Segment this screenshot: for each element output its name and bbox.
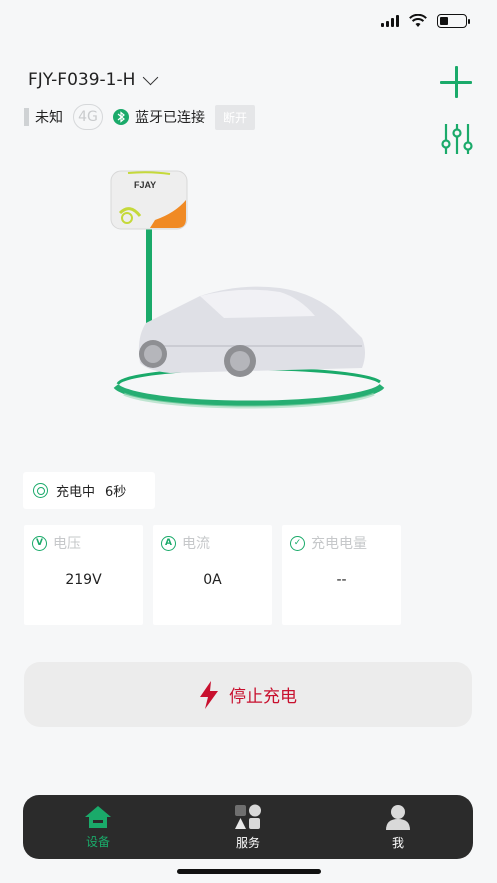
- stop-charging-button[interactable]: 停止充电: [24, 662, 472, 727]
- device-name: FJY-F039-1-H: [28, 70, 136, 90]
- current-icon: A: [161, 535, 176, 551]
- current-card: A 电流 0A: [153, 525, 272, 625]
- user-icon: [386, 804, 410, 830]
- charging-status-label: 充电中: [56, 485, 96, 500]
- bottom-tab-bar: 设备 服务 我: [23, 795, 473, 859]
- tab-label: 设备: [85, 834, 110, 849]
- cellular-signal-icon: [381, 15, 399, 27]
- chevron-down-icon: [143, 69, 159, 85]
- voltage-card: V 电压 219V: [24, 525, 143, 625]
- charging-illustration: FJAY: [100, 168, 400, 420]
- metric-value: 0A: [203, 572, 222, 588]
- bluetooth-icon: [113, 109, 129, 125]
- lightning-icon: [200, 680, 218, 709]
- stop-charging-label: 停止充电: [229, 687, 297, 707]
- metric-label: 电流: [182, 536, 210, 552]
- voltage-icon: V: [32, 535, 47, 551]
- tab-label: 我: [391, 835, 404, 850]
- tab-service[interactable]: 服务: [173, 795, 323, 859]
- home-icon: [85, 805, 111, 828]
- battery-icon: [437, 14, 470, 28]
- charging-duration: 6秒: [105, 485, 127, 500]
- tab-me[interactable]: 我: [323, 795, 473, 859]
- metric-label: 电压: [53, 536, 81, 552]
- device-selector[interactable]: FJY-F039-1-H: [28, 69, 159, 90]
- car-image: [138, 286, 365, 377]
- 4g-badge: 4G: [73, 104, 103, 130]
- metric-value: --: [336, 572, 347, 588]
- network-status-label: 未知: [35, 110, 63, 126]
- tab-label: 服务: [235, 835, 260, 850]
- network-indicator: [24, 108, 29, 126]
- connection-status-row: 未知 4G 蓝牙已连接 断开: [24, 104, 256, 130]
- charger-brand: FJAY: [134, 180, 156, 190]
- charging-ring-icon: [33, 483, 48, 498]
- add-device-button[interactable]: [440, 66, 472, 98]
- settings-sliders-icon[interactable]: [441, 122, 473, 156]
- home-indicator: [177, 869, 321, 874]
- bluetooth-status-label: 蓝牙已连接: [135, 110, 205, 126]
- gauge-icon: ✓: [290, 535, 305, 551]
- wifi-icon: [409, 14, 427, 27]
- disconnect-button[interactable]: 断开: [215, 104, 256, 130]
- shapes-icon: [235, 804, 261, 829]
- charger-unit: FJAY: [110, 170, 188, 230]
- metric-value: 219V: [65, 572, 102, 588]
- charging-status-card: 充电中 6秒: [23, 472, 155, 509]
- charging-pad: [113, 367, 385, 409]
- system-status-bar: [381, 14, 470, 28]
- tab-device[interactable]: 设备: [23, 795, 173, 859]
- metric-label: 充电电量: [311, 536, 367, 552]
- energy-card: ✓ 充电电量 --: [282, 525, 401, 625]
